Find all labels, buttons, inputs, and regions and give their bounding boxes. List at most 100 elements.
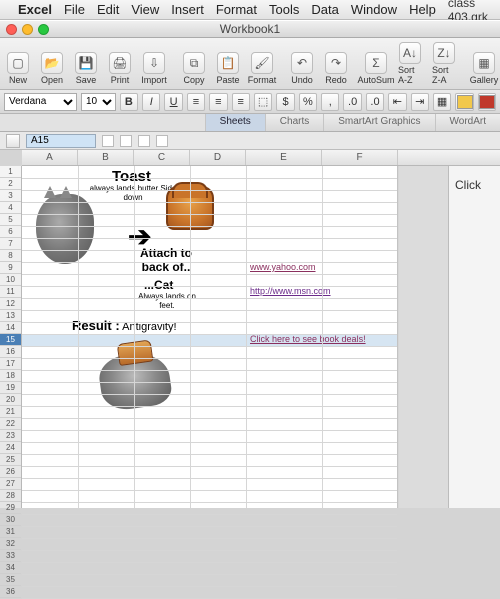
font-size-select[interactable]: 10 [81, 93, 116, 111]
tab-charts[interactable]: Charts [265, 114, 323, 131]
minimize-icon[interactable] [22, 24, 33, 35]
row-header-12[interactable]: 12 [0, 298, 21, 310]
row-header-7[interactable]: 7 [0, 238, 21, 250]
link-msn[interactable]: http://www.msn.com [250, 286, 331, 296]
zoom-icon[interactable] [38, 24, 49, 35]
nav-seg-1[interactable] [102, 135, 114, 147]
autosum-button[interactable]: ΣAutoSum [362, 51, 390, 86]
row-header-32[interactable]: 32 [0, 538, 21, 550]
format-button[interactable]: 🖌Format [248, 51, 276, 86]
tab-wordart[interactable]: WordArt [435, 114, 500, 131]
row-header-26[interactable]: 26 [0, 466, 21, 478]
row-header-17[interactable]: 17 [0, 358, 21, 370]
row-header-35[interactable]: 35 [0, 574, 21, 586]
menu-view[interactable]: View [131, 2, 159, 17]
gallery-button[interactable]: ▦Gallery [470, 51, 498, 86]
row-header-25[interactable]: 25 [0, 454, 21, 466]
row-header-31[interactable]: 31 [0, 526, 21, 538]
paste-button[interactable]: 📋Paste [214, 51, 242, 86]
row-header-6[interactable]: 6 [0, 226, 21, 238]
link-book-deals[interactable]: Click here to see book deals! [250, 334, 366, 344]
row-header-16[interactable]: 16 [0, 346, 21, 358]
row-header-13[interactable]: 13 [0, 310, 21, 322]
indent-left-button[interactable]: ⇤ [388, 93, 406, 111]
row-header-34[interactable]: 34 [0, 562, 21, 574]
row-header-2[interactable]: 2 [0, 178, 21, 190]
nav-seg-3[interactable] [138, 135, 150, 147]
row-header-24[interactable]: 24 [0, 442, 21, 454]
col-header-F[interactable]: F [322, 150, 398, 165]
copy-button[interactable]: ⧉Copy [180, 51, 208, 86]
menu-insert[interactable]: Insert [171, 2, 204, 17]
font-color-button[interactable] [478, 93, 496, 111]
nav-seg-2[interactable] [120, 135, 132, 147]
underline-button[interactable]: U [164, 93, 182, 111]
row-header-15[interactable]: 15 [0, 334, 21, 346]
col-header-E[interactable]: E [246, 150, 322, 165]
menu-tools[interactable]: Tools [269, 2, 299, 17]
row-header-30[interactable]: 30 [0, 514, 21, 526]
bold-button[interactable]: B [120, 93, 138, 111]
indent-right-button[interactable]: ⇥ [411, 93, 429, 111]
row-header-22[interactable]: 22 [0, 418, 21, 430]
currency-button[interactable]: $ [276, 93, 294, 111]
comma-button[interactable]: , [321, 93, 339, 111]
col-header-A[interactable]: A [22, 150, 78, 165]
new-button[interactable]: ▢New [4, 51, 32, 86]
percent-button[interactable]: % [299, 93, 317, 111]
col-header-C[interactable]: C [134, 150, 190, 165]
select-all-corner[interactable] [6, 134, 20, 148]
menu-data[interactable]: Data [311, 2, 338, 17]
row-header-33[interactable]: 33 [0, 550, 21, 562]
app-name[interactable]: Excel [18, 2, 52, 17]
row-header-1[interactable]: 1 [0, 166, 21, 178]
italic-button[interactable]: I [142, 93, 160, 111]
row-header-36[interactable]: 36 [0, 586, 21, 598]
row-header-18[interactable]: 18 [0, 370, 21, 382]
sort-za-button[interactable]: Z↓Sort Z-A [430, 41, 458, 86]
tab-sheets[interactable]: Sheets [205, 114, 265, 131]
row-header-5[interactable]: 5 [0, 214, 21, 226]
row-header-19[interactable]: 19 [0, 382, 21, 394]
link-yahoo[interactable]: www.yahoo.com [250, 262, 316, 272]
menu-edit[interactable]: Edit [97, 2, 119, 17]
redo-button[interactable]: ↷Redo [322, 51, 350, 86]
row-header-9[interactable]: 9 [0, 262, 21, 274]
row-header-8[interactable]: 8 [0, 250, 21, 262]
row-header-4[interactable]: 4 [0, 202, 21, 214]
menu-format[interactable]: Format [216, 2, 257, 17]
row-header-10[interactable]: 10 [0, 274, 21, 286]
row-header-29[interactable]: 29 [0, 502, 21, 514]
sort-az-button[interactable]: A↓Sort A-Z [396, 41, 424, 86]
open-button[interactable]: 📂Open [38, 51, 66, 86]
row-header-11[interactable]: 11 [0, 286, 21, 298]
menu-help[interactable]: Help [409, 2, 436, 17]
nav-seg-4[interactable] [156, 135, 168, 147]
row-header-23[interactable]: 23 [0, 430, 21, 442]
increase-decimal-button[interactable]: .0 [343, 93, 361, 111]
font-select[interactable]: Verdana [4, 93, 77, 111]
align-left-button[interactable]: ≡ [187, 93, 205, 111]
close-icon[interactable] [6, 24, 17, 35]
align-center-button[interactable]: ≡ [209, 93, 227, 111]
borders-button[interactable]: ▦ [433, 93, 451, 111]
row-header-20[interactable]: 20 [0, 394, 21, 406]
col-header-D[interactable]: D [190, 150, 246, 165]
undo-button[interactable]: ↶Undo [288, 51, 316, 86]
fill-color-button[interactable] [455, 93, 473, 111]
decrease-decimal-button[interactable]: .0 [366, 93, 384, 111]
menu-window[interactable]: Window [351, 2, 397, 17]
merge-button[interactable]: ⬚ [254, 93, 272, 111]
align-right-button[interactable]: ≡ [232, 93, 250, 111]
menu-file[interactable]: File [64, 2, 85, 17]
row-header-3[interactable]: 3 [0, 190, 21, 202]
row-header-14[interactable]: 14 [0, 322, 21, 334]
save-button[interactable]: 💾Save [72, 51, 100, 86]
row-header-21[interactable]: 21 [0, 406, 21, 418]
col-header-B[interactable]: B [78, 150, 134, 165]
grid[interactable]: Toast always lands butter Side down ➔ At… [22, 166, 398, 508]
name-box[interactable] [26, 134, 96, 148]
tab-smartart[interactable]: SmartArt Graphics [323, 114, 434, 131]
import-button[interactable]: ⇩Import [140, 51, 168, 86]
print-button[interactable]: 🖨Print [106, 51, 134, 86]
